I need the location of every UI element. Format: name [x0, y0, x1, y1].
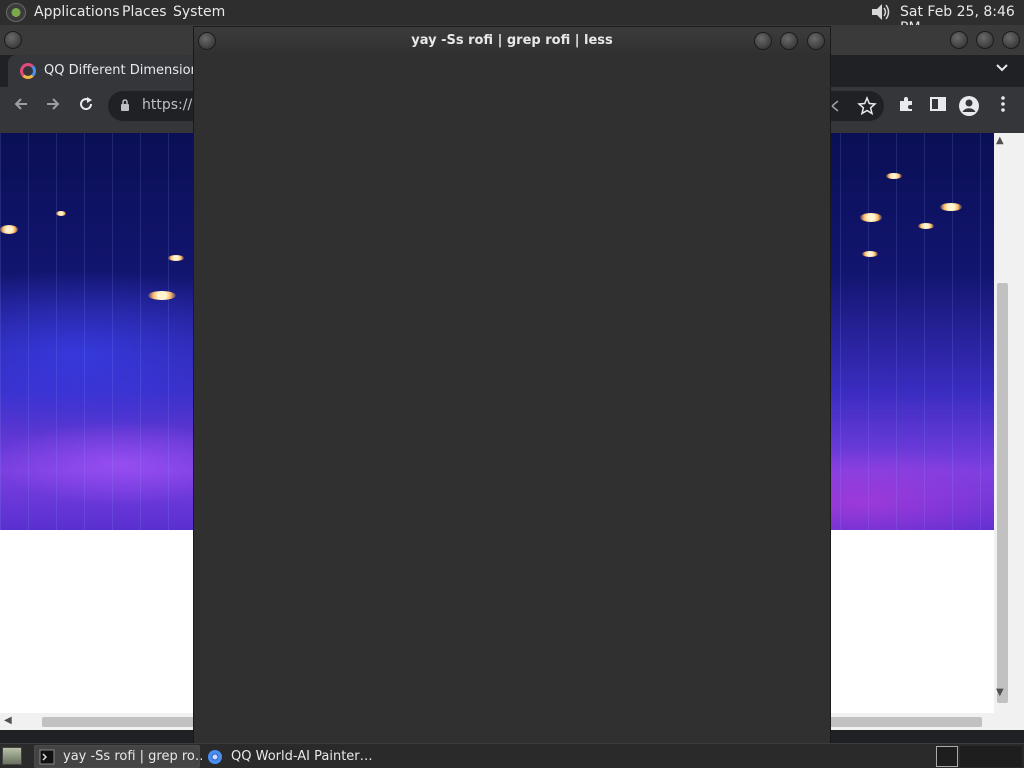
close-button[interactable] [1002, 31, 1020, 49]
lock-icon[interactable] [120, 99, 130, 111]
scroll-left-arrow-icon[interactable]: ◀ [4, 715, 12, 726]
menu-places[interactable]: Places [122, 4, 167, 20]
menu-system[interactable]: System [173, 4, 225, 20]
close-button[interactable] [807, 32, 825, 50]
taskbar-item-browser[interactable]: QQ World-AI Painter… [202, 745, 373, 768]
favicon-icon [20, 63, 36, 79]
chrome-icon [208, 750, 222, 764]
workspace-2[interactable] [960, 746, 1022, 767]
speaker-icon[interactable] [868, 2, 892, 22]
light-dot [56, 211, 66, 216]
menu-applications[interactable]: Applications [34, 4, 120, 20]
terminal-icon [39, 749, 55, 765]
vertical-scroll-thumb[interactable] [997, 283, 1008, 703]
terminal-window[interactable]: yay -Ss rofi | grep rofi | less [193, 26, 831, 744]
minimize-button[interactable] [950, 31, 968, 49]
minimize-button[interactable] [754, 32, 772, 50]
reload-icon[interactable] [75, 95, 97, 117]
light-dot [862, 251, 878, 257]
light-dot [148, 291, 176, 300]
taskbar-item-label: yay -Ss rofi | grep ro… [63, 749, 208, 764]
light-dot [940, 203, 962, 211]
menu-icon[interactable] [992, 95, 1014, 117]
scroll-down-arrow-icon[interactable]: ▼ [996, 687, 1004, 698]
forward-icon[interactable] [42, 95, 64, 117]
light-dot [918, 223, 934, 229]
taskbar-item-label: QQ World-AI Painter… [231, 749, 373, 764]
window-title: yay -Ss rofi | grep rofi | less [411, 33, 613, 48]
sidepanel-icon[interactable] [927, 95, 949, 117]
extensions-icon[interactable] [895, 95, 917, 117]
show-desktop-icon[interactable] [2, 747, 22, 765]
light-dot [860, 213, 882, 222]
vertical-scrollbar[interactable]: ▲ ▼ [994, 133, 1024, 730]
maximize-button[interactable] [976, 31, 994, 49]
url-text: https:// [142, 97, 193, 113]
scroll-up-arrow-icon[interactable]: ▲ [996, 135, 1004, 146]
top-panel: Applications Places System Sat Feb 25, 8… [0, 0, 1024, 36]
light-dot [168, 255, 184, 261]
window-menu-button[interactable] [4, 31, 22, 49]
terminal-body[interactable] [194, 55, 830, 743]
tab-title: QQ Different Dimension M [44, 63, 194, 78]
distro-logo-icon[interactable] [6, 3, 26, 22]
terminal-titlebar[interactable]: yay -Ss rofi | grep rofi | less [194, 27, 830, 55]
bottom-taskbar: yay -Ss rofi | grep ro… QQ World-AI Pain… [0, 743, 1024, 768]
tab-active[interactable]: QQ Different Dimension M [8, 55, 198, 87]
light-dot [886, 173, 902, 179]
maximize-button[interactable] [780, 32, 798, 50]
star-icon[interactable] [856, 95, 878, 117]
light-dot [0, 225, 18, 234]
tab-list-icon[interactable] [992, 61, 1012, 81]
back-icon[interactable] [10, 95, 32, 117]
workspace-1[interactable] [936, 746, 958, 767]
profile-icon[interactable] [958, 95, 980, 117]
taskbar-item-terminal[interactable]: yay -Ss rofi | grep ro… [34, 745, 208, 768]
